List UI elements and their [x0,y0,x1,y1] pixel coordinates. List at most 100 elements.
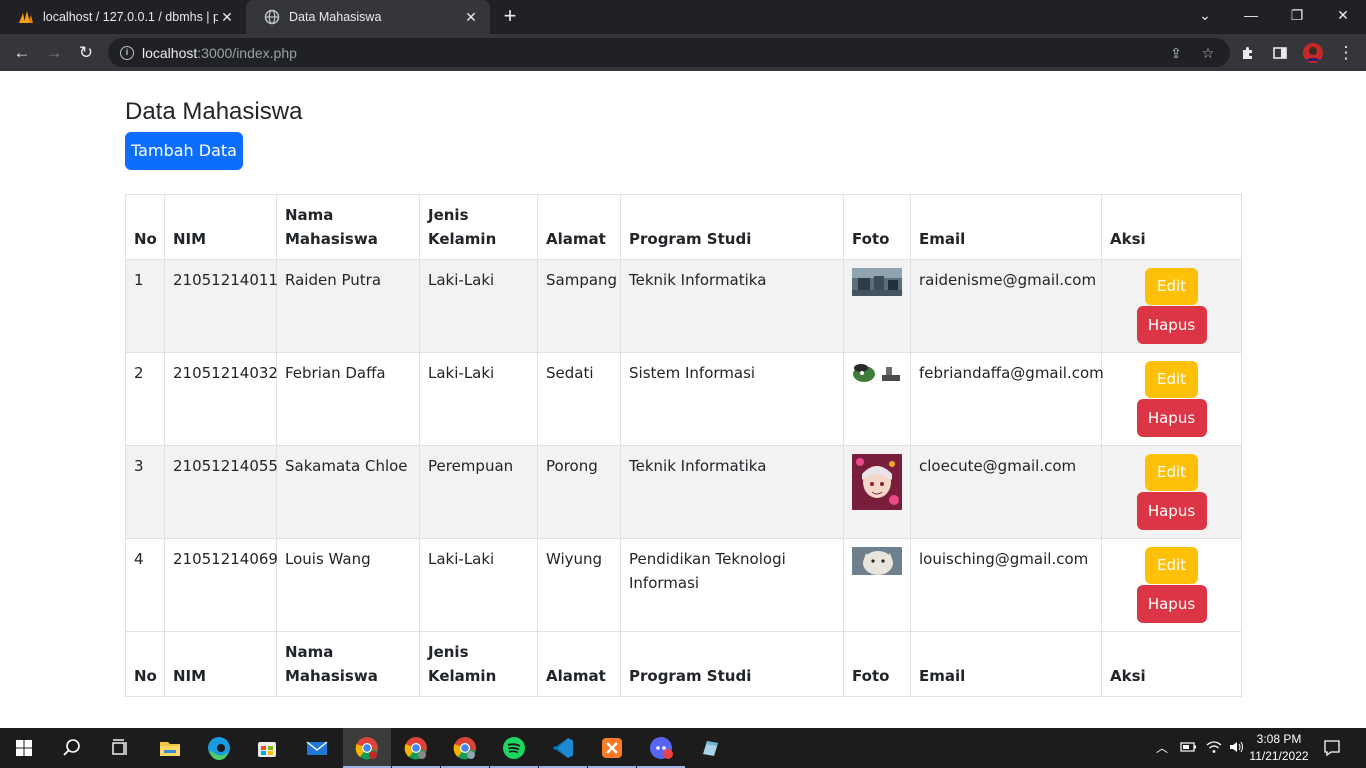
phpmyadmin-icon [18,9,34,25]
cell-no: 2 [125,352,165,446]
close-tab-icon[interactable]: ✕ [462,9,480,26]
tab-title: Data Mahasiswa [289,10,382,24]
student-photo [852,547,902,575]
menu-icon[interactable]: ⋮ [1332,39,1360,67]
wifi-icon[interactable] [1205,739,1223,768]
footer-nim: NIM [164,631,277,697]
cell-foto [843,352,911,446]
mail-icon[interactable] [301,732,333,764]
cell-jenis-kelamin: Laki-Laki [419,352,538,446]
cell-aksi: Edit Hapus [1101,259,1242,353]
forward-icon[interactable]: → [40,39,68,67]
tab-title: localhost / 127.0.0.1 / dbmhs | ph [43,10,218,24]
delete-button[interactable]: Hapus [1136,492,1207,530]
discord-icon[interactable] [645,732,677,764]
delete-button[interactable]: Hapus [1136,399,1207,437]
edit-button[interactable]: Edit [1145,454,1198,491]
delete-button[interactable]: Hapus [1136,306,1207,344]
table-footer-row: No NIM Nama Mahasiswa Jenis Kelamin Alam… [125,631,1242,697]
file-explorer-icon[interactable] [154,732,186,764]
cell-no: 4 [125,538,165,632]
cell-foto [843,445,911,539]
header-program-studi: Program Studi [620,194,844,260]
minimize-icon[interactable]: — [1228,0,1274,34]
new-tab-button[interactable]: + [498,5,522,29]
address-bar[interactable]: i localhost:3000/index.php ⇪ ☆ [108,38,1230,67]
footer-email: Email [910,631,1102,697]
system-clock[interactable]: 3:08 PM 11/21/2022 [1244,731,1314,765]
chrome-icon[interactable] [351,732,383,764]
footer-foto: Foto [843,631,911,697]
xampp-icon[interactable] [596,732,628,764]
extensions-icon[interactable] [1234,39,1262,67]
battery-icon[interactable] [1180,740,1198,768]
reload-icon[interactable]: ↻ [72,39,100,67]
header-no: No [125,194,165,260]
info-icon[interactable]: i [120,45,134,60]
tab-data-mahasiswa[interactable]: Data Mahasiswa ✕ [246,0,490,34]
edit-button[interactable]: Edit [1145,268,1198,305]
cell-nim: 21051214032 [164,352,278,446]
cell-nama: Sakamata Chloe [276,445,420,539]
footer-no: No [125,631,165,697]
cell-alamat: Wiyung [537,538,621,632]
restore-icon[interactable]: ❐ [1274,0,1320,34]
vscode-icon[interactable] [547,732,579,764]
share-icon[interactable]: ⇪ [1166,43,1186,63]
cell-jenis-kelamin: Laki-Laki [419,538,538,632]
back-icon[interactable]: ← [8,39,36,67]
windows-start-icon[interactable] [8,732,40,764]
spotify-icon[interactable] [498,732,530,764]
cell-foto [843,259,911,353]
cell-program-studi: Pendidikan Teknologi Informasi [620,538,844,632]
cell-alamat: Sedati [537,352,621,446]
close-tab-icon[interactable]: ✕ [218,9,236,26]
cell-email: cloecute@gmail.com [910,445,1102,539]
cell-alamat: Sampang [537,259,621,353]
header-foto: Foto [843,194,911,260]
url-host: localhost [142,44,198,61]
edge-icon[interactable] [203,732,235,764]
cell-nama: Louis Wang [276,538,420,632]
cell-program-studi: Sistem Informasi [620,352,844,446]
header-aksi: Aksi [1101,194,1242,260]
cell-no: 3 [125,445,165,539]
tab-phpmyadmin[interactable]: localhost / 127.0.0.1 / dbmhs | ph ✕ [0,0,246,34]
cell-aksi: Edit Hapus [1101,352,1242,446]
cell-jenis-kelamin: Laki-Laki [419,259,538,353]
cell-alamat: Porong [537,445,621,539]
add-data-button[interactable]: Tambah Data [125,132,243,170]
globe-icon [264,9,280,25]
cell-nim: 21051214011 [164,259,278,353]
tab-search-icon[interactable]: ⌄ [1182,0,1228,34]
chrome-profile-icon[interactable] [449,732,481,764]
edit-button[interactable]: Edit [1145,547,1198,584]
notification-icon[interactable] [1322,738,1342,768]
table-row: 4 21051214069 Louis Wang Laki-Laki Wiyun… [125,538,1242,632]
cell-program-studi: Teknik Informatika [620,445,844,539]
cell-nim: 21051214069 [164,538,278,632]
header-alamat: Alamat [537,194,621,260]
microsoft-store-icon[interactable] [251,732,283,764]
chrome-profile-icon[interactable] [400,732,432,764]
task-view-icon[interactable] [104,732,136,764]
side-panel-icon[interactable] [1266,39,1294,67]
footer-program-studi: Program Studi [620,631,844,697]
page-title: Data Mahasiswa [125,98,303,125]
header-jenis-kelamin: Jenis Kelamin [419,194,538,260]
close-window-icon[interactable]: ✕ [1320,0,1366,34]
url-path: :3000/index.php [197,44,297,61]
student-table: No NIM Nama Mahasiswa Jenis Kelamin Alam… [125,194,1242,697]
profile-avatar[interactable] [1299,39,1327,67]
cell-foto [843,538,911,632]
app-icon[interactable] [694,732,726,764]
chevron-up-icon[interactable]: ︿ [1156,739,1168,768]
cell-aksi: Edit Hapus [1101,445,1242,539]
delete-button[interactable]: Hapus [1136,585,1207,623]
footer-jenis-kelamin: Jenis Kelamin [419,631,538,697]
bookmark-star-icon[interactable]: ☆ [1198,43,1218,63]
edit-button[interactable]: Edit [1145,361,1198,398]
table-row: 3 21051214055 Sakamata Chloe Perempuan P… [125,445,1242,539]
search-icon[interactable] [56,732,88,764]
cell-nama: Febrian Daffa [276,352,420,446]
